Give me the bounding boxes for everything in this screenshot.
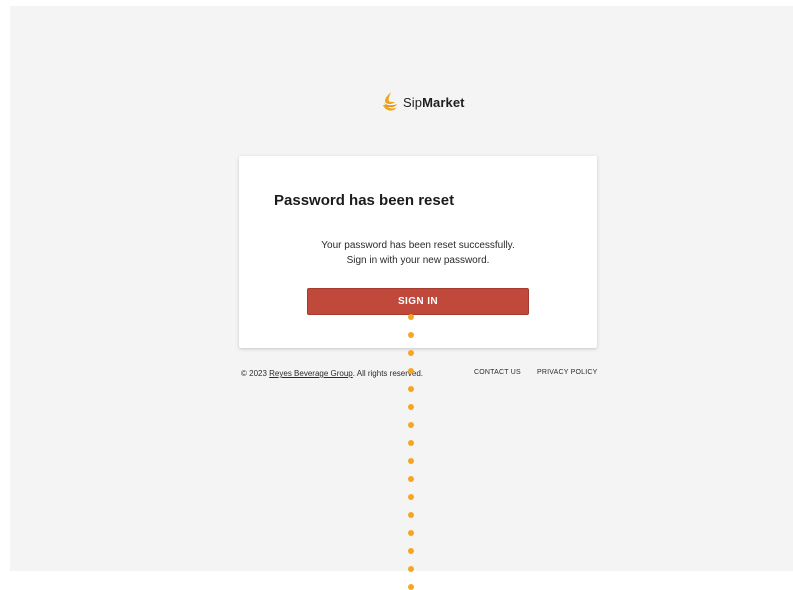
copyright-text: © 2023 Reyes Beverage Group. All rights …: [241, 369, 423, 378]
privacy-policy-link[interactable]: PRIVACY POLICY: [537, 369, 598, 376]
brand-name-light: Sip: [403, 94, 423, 110]
contact-us-link[interactable]: CONTACT US: [474, 369, 521, 376]
sipmarket-drop-icon: [383, 92, 397, 111]
trail-dot: [408, 584, 414, 590]
sign-in-button[interactable]: SIGN IN: [307, 288, 529, 315]
page-title: Password has been reset: [274, 192, 455, 209]
copyright-prefix: © 2023: [241, 369, 270, 378]
success-message: Your password has been reset successfull…: [321, 240, 515, 251]
page-background: SipMarket Password has been reset Your p…: [10, 6, 793, 571]
instruction-message: Sign in with your new password.: [346, 255, 490, 266]
company-link[interactable]: Reyes Beverage Group: [269, 369, 353, 378]
brand-name: SipMarket: [403, 95, 465, 110]
reset-confirmation-card: Password has been reset Your password ha…: [239, 156, 597, 348]
brand-logo: SipMarket: [381, 90, 465, 114]
brand-name-bold: Market: [422, 94, 465, 110]
copyright-suffix: . All rights reserved.: [352, 369, 423, 378]
footer: © 2023 Reyes Beverage Group. All rights …: [241, 369, 597, 383]
